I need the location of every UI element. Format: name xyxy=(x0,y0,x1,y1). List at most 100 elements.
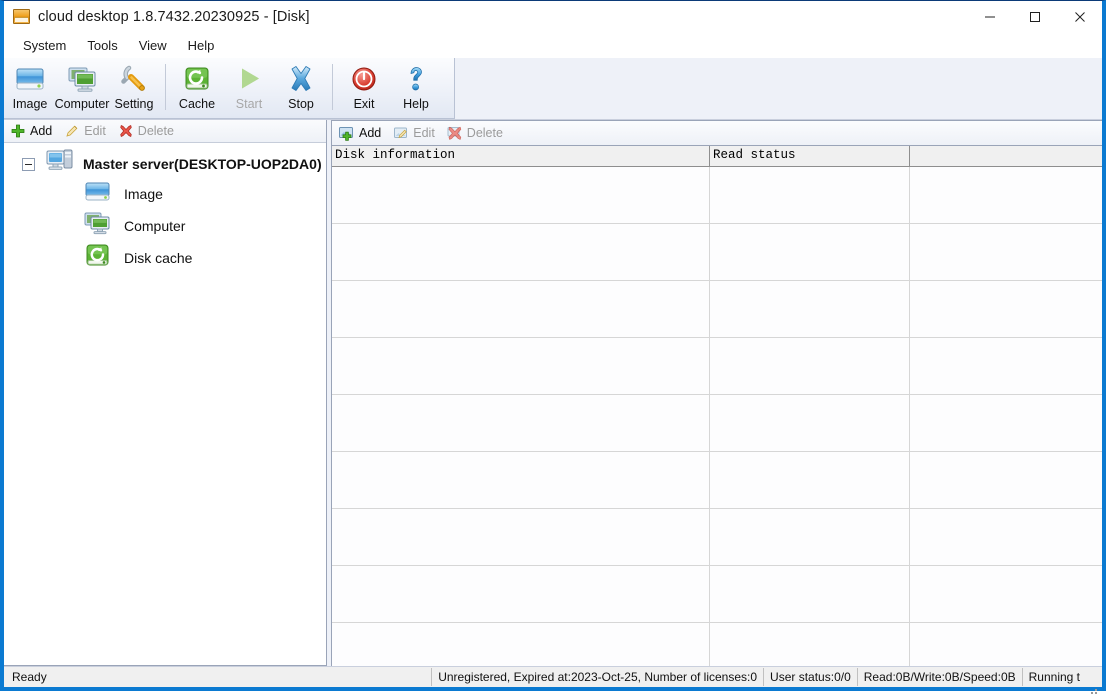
disk-table-header: Disk information Read status xyxy=(332,146,1102,167)
disk-table-rows xyxy=(332,167,1102,666)
table-cell xyxy=(332,623,710,666)
tree-node-label-disk-cache: Computer xyxy=(124,218,186,234)
disk-list-pane: Add Edit Delete Disk information Read st… xyxy=(331,120,1102,666)
close-icon[interactable] xyxy=(1057,1,1102,32)
question-mark-icon xyxy=(400,62,432,96)
table-cell xyxy=(910,395,1102,451)
table-cell xyxy=(710,167,910,223)
column-header-read-status[interactable]: Read status xyxy=(710,146,910,166)
table-cell xyxy=(332,167,710,223)
table-cell xyxy=(910,452,1102,508)
disk-add-label: Add xyxy=(359,126,382,140)
window-title: cloud desktop 1.8.7432.20230925 - [Disk] xyxy=(38,8,310,25)
pencil-icon xyxy=(64,123,80,139)
disk-edit-label: Edit xyxy=(413,126,435,140)
table-cell xyxy=(910,224,1102,280)
table-row[interactable] xyxy=(332,509,1102,566)
toolbar-button-image[interactable]: Image xyxy=(4,60,56,114)
tree-edit-button[interactable]: Edit xyxy=(64,123,106,139)
toolbar-label-setting: Setting xyxy=(114,97,154,111)
toolbar-label-image: Image xyxy=(12,97,48,111)
tree-expander-collapse-icon[interactable] xyxy=(22,157,35,171)
toolbar-button-exit[interactable]: Exit xyxy=(338,60,390,114)
table-cell xyxy=(910,281,1102,337)
column-header-disk-information[interactable]: Disk information xyxy=(332,146,710,166)
toolbar-button-cache[interactable]: Cache xyxy=(171,60,223,114)
table-row[interactable] xyxy=(332,395,1102,452)
disk-edit-button[interactable]: Edit xyxy=(393,125,435,141)
menu-item-tools[interactable]: Tools xyxy=(77,36,127,55)
tree-pane: Add Edit Delete Master server(DESKTOP-UO… xyxy=(4,120,327,666)
table-cell xyxy=(710,452,910,508)
maximize-icon[interactable] xyxy=(1012,1,1057,32)
refresh-disk-icon xyxy=(181,62,213,96)
table-row[interactable] xyxy=(332,566,1102,623)
hard-disk-icon xyxy=(14,62,46,96)
disk-table: Disk information Read status xyxy=(332,146,1102,666)
toolbar-label-computer: Computer xyxy=(54,97,110,111)
wrench-icon xyxy=(118,62,150,96)
menu-item-view[interactable]: View xyxy=(129,36,177,55)
toolbar-label-stop: Stop xyxy=(288,97,314,111)
server-computer-icon xyxy=(45,148,75,181)
main-body: Add Edit Delete Master server(DESKTOP-UO… xyxy=(4,120,1102,666)
status-traffic: Read:0B/Write:0B/Speed:0B xyxy=(856,668,1022,686)
table-cell xyxy=(910,509,1102,565)
disk-add-button[interactable]: Add xyxy=(339,125,381,141)
tree-node-master-server[interactable]: Master server(DESKTOP-UOP2DA0) xyxy=(4,148,326,181)
table-cell xyxy=(910,623,1102,666)
server-tree: Master server(DESKTOP-UOP2DA0) Image Com… xyxy=(4,143,326,665)
tree-delete-label: Delete xyxy=(137,124,174,138)
tree-delete-button[interactable]: Delete xyxy=(118,123,174,139)
table-cell xyxy=(332,395,710,451)
status-bar: Ready Unregistered, Expired at:2023-Oct-… xyxy=(4,666,1102,694)
toolbar-button-computer[interactable]: Computer xyxy=(54,60,110,114)
application-window: cloud desktop 1.8.7432.20230925 - [Disk]… xyxy=(0,0,1106,694)
edit-image-icon xyxy=(393,125,409,141)
status-user: User status:0/0 xyxy=(763,668,857,686)
tree-node-computer[interactable]: Computer xyxy=(4,210,326,242)
main-toolbar-area: Image Computer Setting Cache Start Stop … xyxy=(4,58,1102,120)
tree-add-button[interactable]: Add xyxy=(10,123,52,139)
column-header-extra[interactable] xyxy=(910,146,1102,166)
toolbar-separator-1 xyxy=(165,64,166,110)
disk-drive-icon xyxy=(13,9,30,24)
table-row[interactable] xyxy=(332,167,1102,224)
table-cell xyxy=(332,452,710,508)
tree-pane-toolbar: Add Edit Delete xyxy=(4,120,326,143)
window-controls xyxy=(967,1,1102,32)
menu-item-system[interactable]: System xyxy=(13,36,76,55)
green-plus-icon xyxy=(10,123,26,139)
table-cell xyxy=(710,224,910,280)
tree-node-diskcache[interactable]: Disk cache xyxy=(4,242,326,274)
delete-x-icon xyxy=(447,125,463,141)
toolbar-button-setting[interactable]: Setting xyxy=(108,60,160,114)
status-running-time: Running t xyxy=(1021,668,1086,686)
toolbar-button-stop[interactable]: Stop xyxy=(275,60,327,114)
toolbar-button-help[interactable]: Help xyxy=(390,60,442,114)
red-x-icon xyxy=(118,123,134,139)
menu-item-help[interactable]: Help xyxy=(178,36,225,55)
disk-delete-button[interactable]: Delete xyxy=(447,125,503,141)
table-row[interactable] xyxy=(332,338,1102,395)
tree-node-image[interactable]: Image xyxy=(4,178,326,210)
table-row[interactable] xyxy=(332,452,1102,509)
table-row[interactable] xyxy=(332,281,1102,338)
table-cell xyxy=(710,281,910,337)
table-cell xyxy=(710,566,910,622)
toolbar-button-start[interactable]: Start xyxy=(223,60,275,114)
computers-icon xyxy=(84,211,112,242)
status-message: Ready xyxy=(12,670,47,684)
main-toolbar: Image Computer Setting Cache Start Stop … xyxy=(4,58,455,119)
table-cell xyxy=(910,167,1102,223)
tree-node-label-master-server: Master server(DESKTOP-UOP2DA0) xyxy=(83,156,322,172)
tree-edit-label: Edit xyxy=(84,124,106,138)
table-row[interactable] xyxy=(332,623,1102,666)
disk-list-toolbar: Add Edit Delete xyxy=(332,121,1102,146)
disk-delete-label: Delete xyxy=(466,126,503,140)
minimize-icon[interactable] xyxy=(967,1,1012,32)
power-icon xyxy=(348,62,380,96)
table-row[interactable] xyxy=(332,224,1102,281)
table-cell xyxy=(710,509,910,565)
table-cell xyxy=(710,395,910,451)
